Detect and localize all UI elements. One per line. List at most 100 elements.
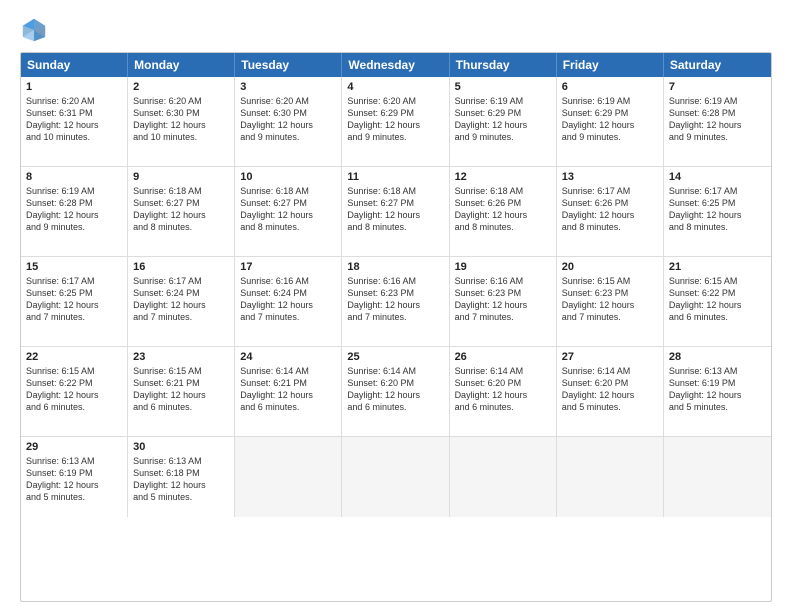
cell-info-line: and 6 minutes. bbox=[669, 311, 766, 323]
calendar-cell-7: 7Sunrise: 6:19 AMSunset: 6:28 PMDaylight… bbox=[664, 77, 771, 166]
cell-info-line: Daylight: 12 hours bbox=[26, 119, 122, 131]
calendar-cell-25: 25Sunrise: 6:14 AMSunset: 6:20 PMDayligh… bbox=[342, 347, 449, 436]
cell-info-line: Daylight: 12 hours bbox=[26, 389, 122, 401]
calendar-cell-empty bbox=[342, 437, 449, 517]
cell-info-line: Daylight: 12 hours bbox=[133, 389, 229, 401]
cell-info-line: Sunset: 6:19 PM bbox=[669, 377, 766, 389]
cell-info-line: Daylight: 12 hours bbox=[26, 479, 122, 491]
calendar-body: 1Sunrise: 6:20 AMSunset: 6:31 PMDaylight… bbox=[21, 77, 771, 517]
cell-info-line: Daylight: 12 hours bbox=[133, 209, 229, 221]
day-number: 4 bbox=[347, 81, 443, 93]
calendar-row-2: 15Sunrise: 6:17 AMSunset: 6:25 PMDayligh… bbox=[21, 257, 771, 347]
cell-info-line: Daylight: 12 hours bbox=[455, 389, 551, 401]
cell-info-line: Sunrise: 6:13 AM bbox=[26, 455, 122, 467]
cell-info-line: Sunset: 6:29 PM bbox=[455, 107, 551, 119]
cell-info-line: Sunset: 6:20 PM bbox=[562, 377, 658, 389]
cell-info-line: Sunset: 6:28 PM bbox=[26, 197, 122, 209]
day-number: 22 bbox=[26, 351, 122, 363]
cell-info-line: and 10 minutes. bbox=[26, 131, 122, 143]
cell-info-line: and 8 minutes. bbox=[347, 221, 443, 233]
cell-info-line: and 9 minutes. bbox=[347, 131, 443, 143]
day-number: 10 bbox=[240, 171, 336, 183]
cell-info-line: and 9 minutes. bbox=[455, 131, 551, 143]
cell-info-line: Sunrise: 6:14 AM bbox=[240, 365, 336, 377]
day-number: 16 bbox=[133, 261, 229, 273]
cell-info-line: and 7 minutes. bbox=[562, 311, 658, 323]
cell-info-line: Sunset: 6:30 PM bbox=[240, 107, 336, 119]
weekday-header-wednesday: Wednesday bbox=[342, 53, 449, 77]
cell-info-line: Sunset: 6:25 PM bbox=[26, 287, 122, 299]
cell-info-line: Daylight: 12 hours bbox=[669, 209, 766, 221]
cell-info-line: Sunrise: 6:13 AM bbox=[669, 365, 766, 377]
calendar-cell-26: 26Sunrise: 6:14 AMSunset: 6:20 PMDayligh… bbox=[450, 347, 557, 436]
cell-info-line: Daylight: 12 hours bbox=[455, 119, 551, 131]
cell-info-line: Sunset: 6:19 PM bbox=[26, 467, 122, 479]
cell-info-line: Sunrise: 6:16 AM bbox=[240, 275, 336, 287]
calendar-cell-4: 4Sunrise: 6:20 AMSunset: 6:29 PMDaylight… bbox=[342, 77, 449, 166]
day-number: 23 bbox=[133, 351, 229, 363]
logo bbox=[20, 16, 52, 44]
calendar-cell-21: 21Sunrise: 6:15 AMSunset: 6:22 PMDayligh… bbox=[664, 257, 771, 346]
cell-info-line: Sunrise: 6:15 AM bbox=[669, 275, 766, 287]
calendar-cell-10: 10Sunrise: 6:18 AMSunset: 6:27 PMDayligh… bbox=[235, 167, 342, 256]
cell-info-line: and 8 minutes. bbox=[240, 221, 336, 233]
cell-info-line: Sunrise: 6:17 AM bbox=[26, 275, 122, 287]
cell-info-line: Daylight: 12 hours bbox=[669, 299, 766, 311]
calendar-cell-14: 14Sunrise: 6:17 AMSunset: 6:25 PMDayligh… bbox=[664, 167, 771, 256]
cell-info-line: and 6 minutes. bbox=[240, 401, 336, 413]
calendar-row-0: 1Sunrise: 6:20 AMSunset: 6:31 PMDaylight… bbox=[21, 77, 771, 167]
day-number: 2 bbox=[133, 81, 229, 93]
day-number: 1 bbox=[26, 81, 122, 93]
day-number: 17 bbox=[240, 261, 336, 273]
day-number: 25 bbox=[347, 351, 443, 363]
cell-info-line: Sunrise: 6:14 AM bbox=[455, 365, 551, 377]
cell-info-line: Sunset: 6:27 PM bbox=[347, 197, 443, 209]
day-number: 26 bbox=[455, 351, 551, 363]
cell-info-line: Daylight: 12 hours bbox=[240, 119, 336, 131]
cell-info-line: Daylight: 12 hours bbox=[133, 299, 229, 311]
day-number: 9 bbox=[133, 171, 229, 183]
calendar-cell-9: 9Sunrise: 6:18 AMSunset: 6:27 PMDaylight… bbox=[128, 167, 235, 256]
cell-info-line: Sunset: 6:25 PM bbox=[669, 197, 766, 209]
cell-info-line: Sunset: 6:27 PM bbox=[133, 197, 229, 209]
cell-info-line: Sunrise: 6:17 AM bbox=[133, 275, 229, 287]
calendar-cell-5: 5Sunrise: 6:19 AMSunset: 6:29 PMDaylight… bbox=[450, 77, 557, 166]
cell-info-line: and 7 minutes. bbox=[26, 311, 122, 323]
cell-info-line: Sunset: 6:18 PM bbox=[133, 467, 229, 479]
cell-info-line: Daylight: 12 hours bbox=[347, 119, 443, 131]
cell-info-line: and 5 minutes. bbox=[562, 401, 658, 413]
weekday-header-sunday: Sunday bbox=[21, 53, 128, 77]
day-number: 19 bbox=[455, 261, 551, 273]
cell-info-line: Daylight: 12 hours bbox=[26, 209, 122, 221]
cell-info-line: Sunrise: 6:20 AM bbox=[347, 95, 443, 107]
cell-info-line: Sunset: 6:23 PM bbox=[347, 287, 443, 299]
calendar-header: SundayMondayTuesdayWednesdayThursdayFrid… bbox=[21, 53, 771, 77]
cell-info-line: Sunrise: 6:19 AM bbox=[455, 95, 551, 107]
header bbox=[20, 16, 772, 44]
day-number: 29 bbox=[26, 441, 122, 453]
calendar-cell-23: 23Sunrise: 6:15 AMSunset: 6:21 PMDayligh… bbox=[128, 347, 235, 436]
calendar-cell-15: 15Sunrise: 6:17 AMSunset: 6:25 PMDayligh… bbox=[21, 257, 128, 346]
cell-info-line: Daylight: 12 hours bbox=[240, 209, 336, 221]
cell-info-line: and 7 minutes. bbox=[133, 311, 229, 323]
calendar-cell-22: 22Sunrise: 6:15 AMSunset: 6:22 PMDayligh… bbox=[21, 347, 128, 436]
calendar-cell-29: 29 Sunrise: 6:13 AMSunset: 6:19 PMDayligh… bbox=[21, 437, 128, 517]
cell-info-line: and 6 minutes. bbox=[26, 401, 122, 413]
calendar: SundayMondayTuesdayWednesdayThursdayFrid… bbox=[20, 52, 772, 602]
day-number: 8 bbox=[26, 171, 122, 183]
cell-info-line: and 9 minutes. bbox=[26, 221, 122, 233]
cell-info-line: Daylight: 12 hours bbox=[133, 479, 229, 491]
cell-info-line: Sunset: 6:26 PM bbox=[455, 197, 551, 209]
cell-info-line: Sunrise: 6:16 AM bbox=[347, 275, 443, 287]
calendar-cell-27: 27Sunrise: 6:14 AMSunset: 6:20 PMDayligh… bbox=[557, 347, 664, 436]
cell-info-line: Sunset: 6:31 PM bbox=[26, 107, 122, 119]
calendar-cell-6: 6Sunrise: 6:19 AMSunset: 6:29 PMDaylight… bbox=[557, 77, 664, 166]
cell-info-line: Sunrise: 6:17 AM bbox=[562, 185, 658, 197]
cell-info-line: Sunset: 6:24 PM bbox=[133, 287, 229, 299]
cell-info-line: Sunrise: 6:13 AM bbox=[133, 455, 229, 467]
cell-info-line: Daylight: 12 hours bbox=[562, 299, 658, 311]
day-number: 18 bbox=[347, 261, 443, 273]
calendar-cell-2: 2Sunrise: 6:20 AMSunset: 6:30 PMDaylight… bbox=[128, 77, 235, 166]
cell-info-line: and 6 minutes. bbox=[133, 401, 229, 413]
calendar-cell-empty bbox=[664, 437, 771, 517]
